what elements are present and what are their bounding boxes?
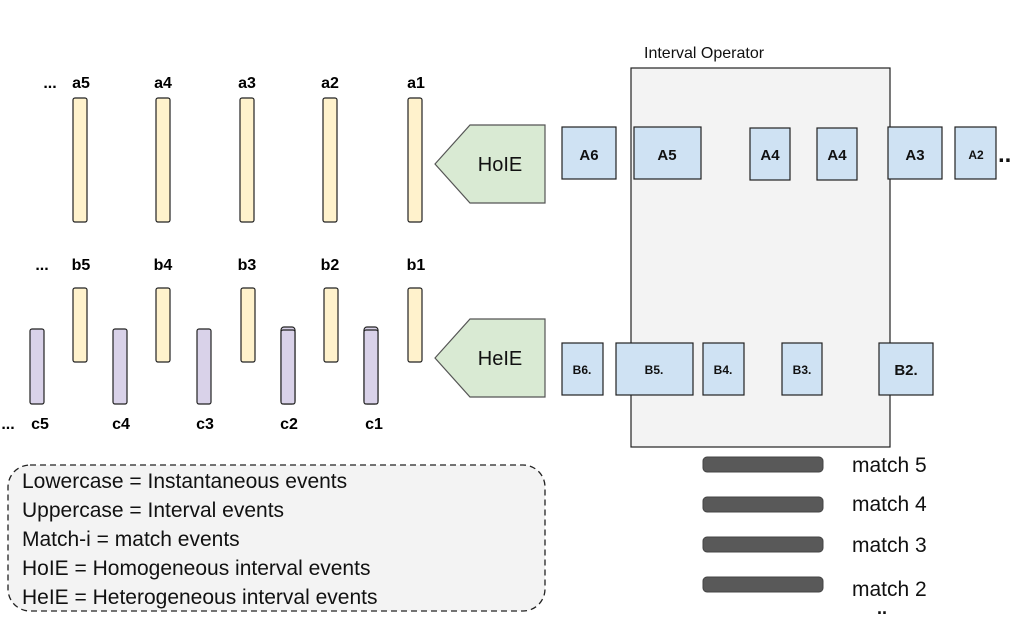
- event-bar: [112, 328, 128, 405]
- match-label: match 2: [852, 578, 927, 601]
- legend-line: Lowercase = Instantaneous events: [22, 470, 347, 493]
- interval-event-label: A2: [968, 148, 984, 162]
- match-bar: [702, 456, 824, 473]
- interval-a-ellipsis: ..: [998, 141, 1011, 168]
- event-bar: [196, 328, 212, 405]
- event-bar: [155, 287, 171, 363]
- event-label: a3: [238, 75, 256, 92]
- event-bar: [239, 97, 255, 223]
- match-ellipsis: ..: [877, 598, 887, 618]
- match-list: match 5 match 4 match 3 match 2 ..: [702, 454, 927, 618]
- event-bar: [72, 97, 88, 223]
- interval-event-label: A4: [827, 147, 847, 164]
- event-label: a5: [72, 75, 90, 92]
- event-label: a1: [407, 75, 425, 92]
- c-ellipsis: ...: [1, 416, 14, 433]
- event-label: c4: [112, 416, 130, 433]
- match-label: match 5: [852, 454, 927, 477]
- interval-event-label: A4: [760, 147, 780, 164]
- event-label: b1: [407, 257, 426, 274]
- interval-event-label: B4.: [714, 363, 733, 377]
- match-bar: [702, 576, 824, 593]
- legend-line: Match-i = match events: [22, 528, 240, 551]
- event-label: c5: [31, 416, 49, 433]
- b-ellipsis: ...: [35, 257, 48, 274]
- a-stream: a5 a4 a3 a2 a1: [72, 75, 425, 223]
- event-bar: [323, 287, 339, 363]
- heie-label: HeIE: [478, 348, 522, 370]
- match-label: match 3: [852, 534, 927, 557]
- interval-operator-diagram: Interval Operator ... a5 a4 a3 a2 a1 ...…: [1, 45, 1011, 618]
- interval-event-label: A6: [579, 147, 598, 164]
- legend-line: HoIE = Homogeneous interval events: [22, 557, 370, 580]
- event-label: a2: [321, 75, 339, 92]
- event-bar: [155, 97, 171, 223]
- interval-event-label: B3.: [793, 363, 812, 377]
- event-bar: [322, 97, 338, 223]
- event-bar: [29, 328, 45, 405]
- hoie-label: HoIE: [478, 154, 522, 176]
- event-bar: [280, 329, 296, 405]
- event-label: b4: [154, 257, 173, 274]
- legend: Lowercase = Instantaneous events Upperca…: [7, 464, 546, 612]
- interval-a-stream: A6 A5 A4 A4 A3 A2 ..: [561, 126, 1011, 181]
- event-label: b3: [238, 257, 257, 274]
- event-bar: [240, 287, 256, 363]
- legend-line: Uppercase = Interval events: [22, 499, 284, 522]
- event-label: c2: [280, 416, 298, 433]
- event-bar: [407, 287, 423, 363]
- event-label: c3: [196, 416, 214, 433]
- event-label: b5: [72, 257, 91, 274]
- event-label: b2: [321, 257, 340, 274]
- match-bar: [702, 496, 824, 513]
- event-label: c1: [365, 416, 383, 433]
- legend-line: HeIE = Heterogeneous interval events: [22, 586, 377, 609]
- a-ellipsis: ...: [43, 75, 56, 92]
- interval-event-label: A3: [905, 147, 924, 164]
- interval-event-label: B5.: [645, 363, 664, 377]
- interval-operator-title: Interval Operator: [644, 45, 765, 62]
- event-bar: [407, 97, 423, 223]
- event-bar: [72, 287, 88, 363]
- event-label: a4: [154, 75, 172, 92]
- interval-event-label: B2.: [894, 362, 917, 379]
- event-bar: [363, 329, 379, 405]
- interval-event-label: B6.: [573, 363, 592, 377]
- match-label: match 4: [852, 493, 927, 516]
- match-bar: [702, 536, 824, 553]
- interval-event-label: A5: [657, 147, 676, 164]
